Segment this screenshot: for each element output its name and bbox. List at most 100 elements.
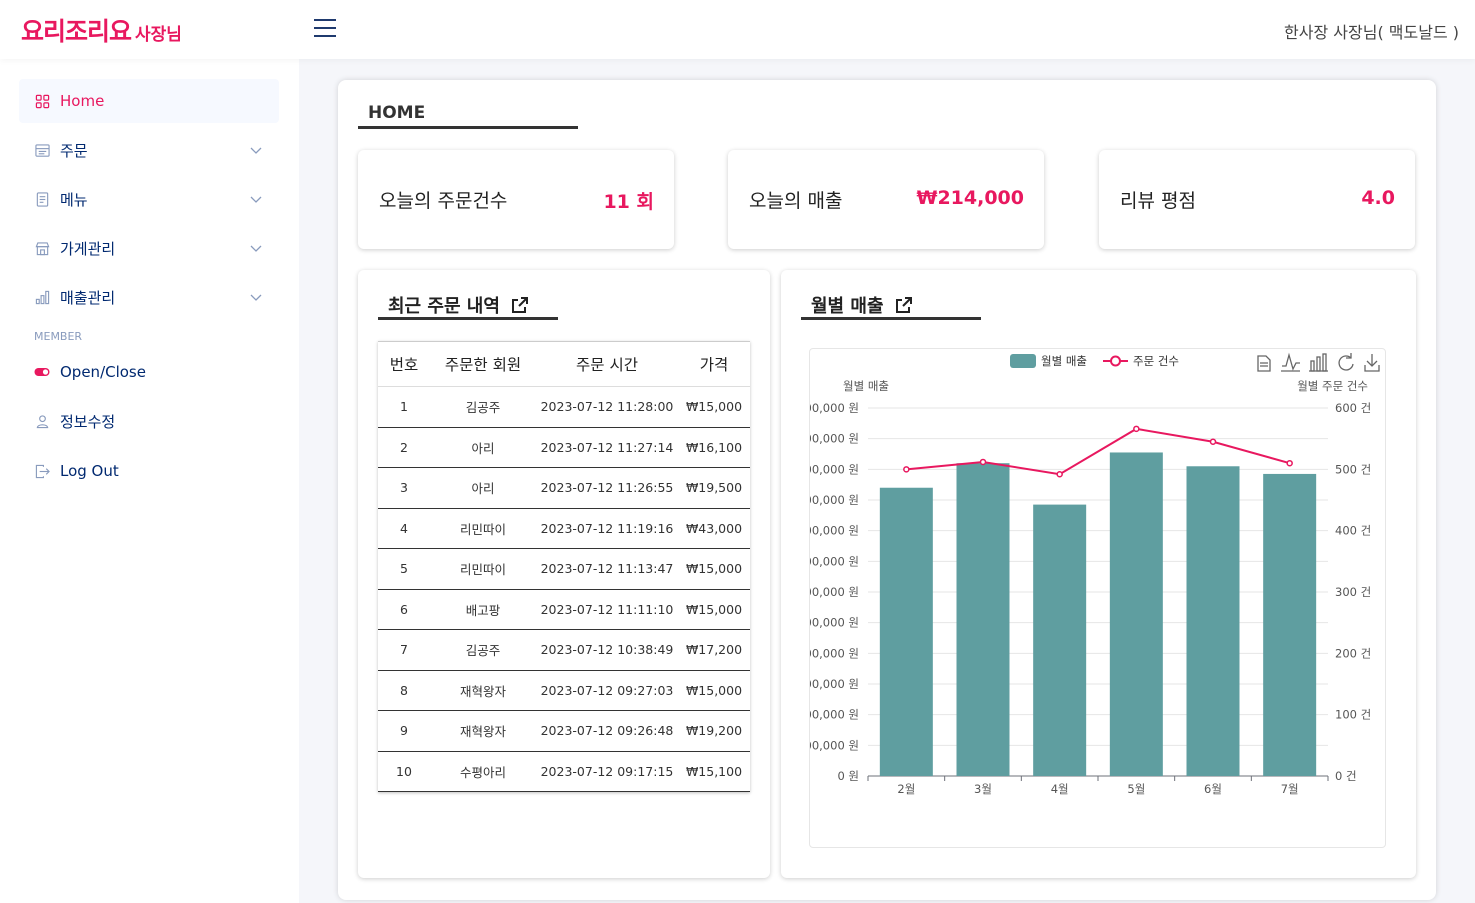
table-cell: 2023-07-12 11:27:14 <box>536 427 678 468</box>
sidebar-item-label: 주문 <box>60 141 88 160</box>
table-cell: 아리 <box>430 427 536 468</box>
panel-title-text: 최근 주문 내역 <box>388 296 500 317</box>
bar <box>879 487 933 776</box>
y-tick-label: 00,000 원 <box>810 554 859 568</box>
x-tick-label: 3월 <box>974 782 992 796</box>
table-row[interactable]: 9 재혁왕자 2023-07-12 09:26:48 ₩19,200 <box>378 710 750 752</box>
table-cell: ₩19,500 <box>678 467 750 509</box>
external-link-icon[interactable] <box>510 295 530 315</box>
panel-title-text: 월별 매출 <box>811 296 884 317</box>
table-cell: 리민따이 <box>430 548 536 590</box>
monthly-sales-title: 월별 매출 <box>811 292 914 318</box>
receipt-icon <box>34 142 50 158</box>
sidebar-item-edit-info[interactable]: 정보수정 <box>19 399 279 443</box>
table-cell: 2023-07-12 11:13:47 <box>536 548 678 590</box>
y-tick-label: 500 건 <box>1335 462 1371 476</box>
document-icon <box>34 191 50 207</box>
menu-toggle-icon[interactable] <box>314 19 336 37</box>
stat-card-rating: 리뷰 평점 4.0 <box>1099 150 1415 249</box>
data-view-icon[interactable] <box>1257 355 1271 372</box>
logo-main-text: 요리조리요 <box>21 17 132 46</box>
column-header: 번호 <box>378 341 430 387</box>
table-row[interactable]: 7 김공주 2023-07-12 10:38:49 ₩17,200 <box>378 629 750 671</box>
line-point <box>1056 470 1063 478</box>
logout-icon <box>34 463 50 479</box>
table-cell: 배고팡 <box>430 589 536 630</box>
line-point <box>1133 425 1140 433</box>
sidebar-item-menu[interactable]: 메뉴 <box>19 177 279 221</box>
table-row[interactable]: 8 재혁왕자 2023-07-12 09:27:03 ₩15,000 <box>378 670 750 711</box>
table-cell: 김공주 <box>430 629 536 671</box>
brand-logo[interactable]: 요리조리요 사장님 <box>21 12 182 48</box>
table-cell: 2023-07-12 09:26:48 <box>536 710 678 752</box>
line-point <box>1209 438 1217 445</box>
y-tick-label: 00,000 원 <box>810 677 859 691</box>
y-axis-left-label: 월별 매출 <box>843 379 889 393</box>
main-card: HOME 오늘의 주문건수 11 회 오늘의 매출 ₩214,000 리뷰 평점… <box>338 80 1436 900</box>
sidebar-item-logout[interactable]: Log Out <box>19 449 279 493</box>
table-cell: 2023-07-12 11:28:00 <box>536 386 678 428</box>
bar-chart-icon <box>34 289 50 305</box>
table-cell: 4 <box>378 508 430 549</box>
legend-line-marker <box>1110 355 1121 367</box>
table-row[interactable]: 10 수평아리 2023-07-12 09:17:15 ₩15,100 <box>378 751 750 792</box>
table-cell: ₩15,000 <box>678 670 750 711</box>
sidebar-item-home[interactable]: Home <box>19 79 279 123</box>
y-tick-label: 200 건 <box>1335 646 1371 660</box>
y-tick-label: 600 건 <box>1335 401 1371 415</box>
refresh-icon[interactable] <box>1338 353 1354 371</box>
bar <box>1263 473 1317 776</box>
monthly-sales-panel: 월별 매출 0 원 00,000 원 00,000 원 00,000 원 00,000 … <box>781 270 1416 878</box>
table-row[interactable]: 5 리민따이 2023-07-12 11:13:47 ₩15,000 <box>378 548 750 590</box>
table-cell: 10 <box>378 751 430 792</box>
recent-orders-panel: 최근 주문 내역 번호 주문한 회원 주문 시간 가격 1 김공주 2023-07-… <box>358 270 770 878</box>
line-chart-icon[interactable] <box>1281 352 1300 372</box>
table-cell: 아리 <box>430 467 536 509</box>
table-row[interactable]: 6 배고팡 2023-07-12 11:11:10 ₩15,000 <box>378 589 750 630</box>
table-cell: ₩43,000 <box>678 508 750 549</box>
stat-label: 오늘의 주문건수 <box>379 190 508 212</box>
table-cell: 김공주 <box>430 386 536 428</box>
sidebar-item-orders[interactable]: 주문 <box>19 128 279 172</box>
chart-legend[interactable]: 월별 매출 주문 건수 <box>1010 354 1179 368</box>
x-tick-label: 5월 <box>1127 782 1145 796</box>
download-icon[interactable] <box>1364 354 1380 372</box>
y-tick-label: 00,000 원 <box>810 493 859 507</box>
sidebar: Home 주문 메뉴 가게관리 매출관리 MEMBER Open/Close 정… <box>0 59 299 903</box>
shop-icon <box>34 240 50 256</box>
table-cell: ₩15,100 <box>678 751 750 792</box>
stat-card-sales: 오늘의 매출 ₩214,000 <box>728 150 1044 249</box>
y-tick-label: 00,000 원 <box>810 401 859 415</box>
table-header-row: 번호 주문한 회원 주문 시간 가격 <box>378 341 750 387</box>
table-cell: ₩17,200 <box>678 629 750 671</box>
orders-table: 번호 주문한 회원 주문 시간 가격 1 김공주 2023-07-12 11:28:… <box>378 341 750 792</box>
chevron-down-icon <box>249 289 263 308</box>
y-tick-label: 00,000 원 <box>810 738 859 752</box>
table-row[interactable]: 4 리민따이 2023-07-12 11:19:16 ₩43,000 <box>378 508 750 549</box>
table-row[interactable]: 2 아리 2023-07-12 11:27:14 ₩16,100 <box>378 427 750 468</box>
y-tick-label: 300 건 <box>1335 585 1371 599</box>
sidebar-item-sales[interactable]: 매출관리 <box>19 275 279 319</box>
table-cell: 1 <box>378 386 430 428</box>
external-link-icon[interactable] <box>894 295 914 315</box>
sidebar-item-label: Open/Close <box>60 363 146 381</box>
stat-label: 리뷰 평점 <box>1120 190 1196 212</box>
sidebar-item-label: 매출관리 <box>60 288 116 307</box>
sidebar-item-label: Home <box>60 92 105 110</box>
table-row[interactable]: 1 김공주 2023-07-12 11:28:00 ₩15,000 <box>378 386 750 428</box>
sidebar-item-label: 메뉴 <box>60 190 88 209</box>
stat-value: 4.0 <box>1361 187 1395 209</box>
sidebar-item-store[interactable]: 가게관리 <box>19 226 279 270</box>
stat-value: ₩214,000 <box>916 187 1025 209</box>
table-cell: 2 <box>378 427 430 468</box>
bar <box>956 463 1010 776</box>
table-row[interactable]: 3 아리 2023-07-12 11:26:55 ₩19,500 <box>378 467 750 509</box>
bar-chart-icon[interactable] <box>1309 353 1328 372</box>
column-header: 가격 <box>678 341 750 387</box>
table-cell: 7 <box>378 629 430 671</box>
monthly-sales-chart: 0 원 00,000 원 00,000 원 00,000 원 00,000 원 00,00… <box>809 348 1386 848</box>
y-tick-label: 00,000 원 <box>810 432 859 446</box>
table-cell: 2023-07-12 10:38:49 <box>536 629 678 671</box>
user-label[interactable]: 한사장 사장님( 맥도날드 ) <box>1284 19 1459 43</box>
sidebar-item-open-close[interactable]: Open/Close <box>19 350 279 394</box>
